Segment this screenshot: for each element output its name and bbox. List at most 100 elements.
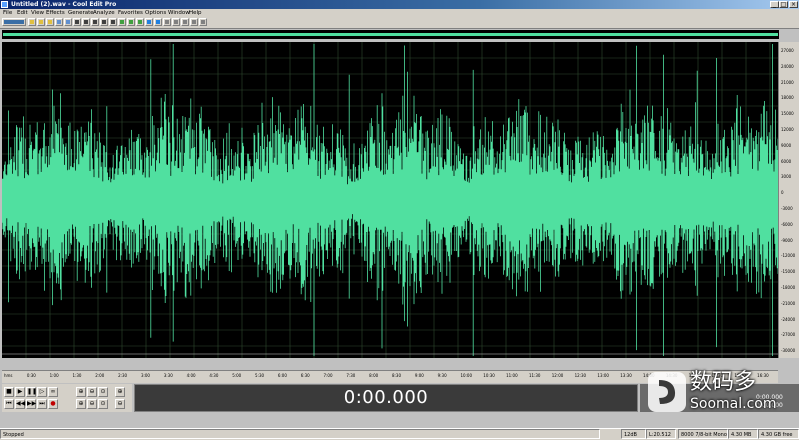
amplitude-tick-label: 15000 xyxy=(781,111,794,117)
time-tick-label: 4:00 xyxy=(186,373,196,378)
save-file-button[interactable] xyxy=(46,18,54,26)
menu-view[interactable]: View xyxy=(31,9,44,17)
maximize-button[interactable]: □ xyxy=(779,1,788,8)
menu-window[interactable]: Window xyxy=(168,9,190,17)
zoom-in-vertical-icon[interactable]: ⊕ xyxy=(76,399,86,409)
cut-button[interactable] xyxy=(91,18,99,26)
play-loop-icon[interactable]: ▷ xyxy=(37,387,47,397)
amplitude-tick-label: -24000 xyxy=(781,316,796,322)
time-tick-label: 13:30 xyxy=(620,373,632,378)
spectral-view-button[interactable] xyxy=(154,18,162,26)
close-button[interactable]: × xyxy=(789,1,798,8)
time-tick-label: 10:00 xyxy=(460,373,472,378)
select-all-button[interactable] xyxy=(136,18,144,26)
time-tick-label: 10:30 xyxy=(483,373,495,378)
zoom-left-icon[interactable]: ⊕ xyxy=(115,387,125,397)
amplitude-tick-label: -21000 xyxy=(781,300,796,306)
menu-analyze[interactable]: Analyze xyxy=(93,9,115,17)
new-file-button[interactable] xyxy=(28,18,36,26)
open-file-button[interactable] xyxy=(37,18,45,26)
settings-button[interactable] xyxy=(181,18,189,26)
menu-file[interactable]: File xyxy=(3,9,12,17)
amplitude-tick-label: 6000 xyxy=(781,158,792,164)
zoom-selection-icon[interactable]: ⊙ xyxy=(98,399,108,409)
left-channel-button[interactable] xyxy=(163,18,171,26)
amplitude-tick-label: -27000 xyxy=(781,332,796,338)
pause-icon[interactable]: ❚❚ xyxy=(26,387,37,397)
time-tick-label: 0:30 xyxy=(26,373,36,378)
close-file-button[interactable] xyxy=(64,18,72,26)
menu-edit[interactable]: Edit xyxy=(17,9,28,17)
status-zoom: 12dB xyxy=(621,429,646,439)
overview-range[interactable] xyxy=(3,33,778,36)
zoom-full-icon[interactable]: ⊙ xyxy=(98,387,108,397)
fast-forward-icon[interactable]: ▶▶ xyxy=(26,399,36,409)
status-free: 4.30 GB free xyxy=(758,429,799,439)
loop-icon[interactable]: ∞ xyxy=(48,387,58,397)
redo-button[interactable] xyxy=(82,18,90,26)
waveform-path xyxy=(2,44,778,356)
time-tick-label: 3:00 xyxy=(140,373,150,378)
time-tick-label: 13:00 xyxy=(597,373,609,378)
go-start-icon[interactable]: ⏮ xyxy=(4,399,14,409)
zoom-out-vertical-icon[interactable]: ⊖ xyxy=(87,399,97,409)
status-size: 4.30 MB xyxy=(728,429,758,439)
menu-generate[interactable]: Generate xyxy=(68,9,94,17)
menu-options[interactable]: Options xyxy=(145,9,166,17)
title-bar: Untitled (2).wav - Cool Edit Pro _ □ × xyxy=(0,0,799,9)
status-state: Stopped xyxy=(0,429,600,439)
time-tick-label: 6:30 xyxy=(300,373,310,378)
stop-icon[interactable]: ■ xyxy=(4,387,14,397)
wave-view-button[interactable] xyxy=(145,18,153,26)
zoom-out-horizontal-icon[interactable]: ⊖ xyxy=(87,387,97,397)
watermark-cn: 数码多 xyxy=(690,370,757,395)
amplitude-ruler: 27000 24000 21000 18000 15000 12000 9000 6000 30… xyxy=(778,42,799,358)
time-tick-label: 1:30 xyxy=(72,373,82,378)
zoom-in-horizontal-icon[interactable]: ⊕ xyxy=(76,387,86,397)
menu-bar: File Edit View Effects Generate Analyze … xyxy=(0,9,799,17)
save-as-button[interactable] xyxy=(55,18,63,26)
amplitude-tick-label: -15000 xyxy=(781,269,796,275)
trim-button[interactable] xyxy=(127,18,135,26)
time-tick-label: 8:00 xyxy=(369,373,379,378)
soomal-logo-icon xyxy=(648,372,686,412)
status-format: 8000 7/8-bit Mono xyxy=(678,429,728,439)
waveform-svg xyxy=(2,42,778,358)
time-tick-label: 9:00 xyxy=(414,373,424,378)
play-icon[interactable]: ▶ xyxy=(15,387,25,397)
zoom-right-icon[interactable]: ⊖ xyxy=(115,399,125,409)
copy-button[interactable] xyxy=(100,18,108,26)
amplitude-tick-label: -30000 xyxy=(781,348,796,354)
paste-button[interactable] xyxy=(109,18,117,26)
mix-paste-button[interactable] xyxy=(118,18,126,26)
cd-player-button[interactable] xyxy=(190,18,198,26)
menu-effects[interactable]: Effects xyxy=(46,9,65,17)
status-bar: Stopped 12dB L:20.512 8000 7/8-bit Mono … xyxy=(0,428,799,440)
amplitude-tick-label: 27000 xyxy=(781,48,794,53)
time-tick-label: 2:30 xyxy=(118,373,128,378)
waveform-display[interactable] xyxy=(2,42,778,358)
cool-edit-icon[interactable] xyxy=(1,1,8,8)
window-title: Untitled (2).wav - Cool Edit Pro xyxy=(11,1,117,8)
toggle-multitrack-button[interactable] xyxy=(2,18,26,26)
time-tick-label: 5:30 xyxy=(255,373,265,378)
current-time: 0:00.000 xyxy=(343,387,429,408)
time-tick-label: 12:30 xyxy=(574,373,587,378)
amplitude-tick-label: -6000 xyxy=(781,221,793,227)
rewind-icon[interactable]: ◀◀ xyxy=(15,399,25,409)
wave-overview-bar[interactable] xyxy=(2,30,779,39)
help-button[interactable] xyxy=(199,18,207,26)
time-tick-label: 11:30 xyxy=(528,373,541,378)
go-end-icon[interactable]: ⏭ xyxy=(37,399,47,409)
menu-favorites[interactable]: Favorites xyxy=(118,9,143,17)
menu-help[interactable]: Help xyxy=(189,9,202,17)
time-tick-label: 12:00 xyxy=(551,373,564,378)
amplitude-tick-label: -9000 xyxy=(781,237,793,243)
amplitude-tick-label: 24000 xyxy=(781,63,794,69)
minimize-button[interactable]: _ xyxy=(770,1,779,8)
undo-button[interactable] xyxy=(73,18,81,26)
right-channel-button[interactable] xyxy=(172,18,180,26)
watermark: 数码多 Soomal.com xyxy=(644,370,794,414)
time-tick-label: 6:00 xyxy=(277,373,287,378)
record-icon[interactable]: ● xyxy=(48,399,58,409)
